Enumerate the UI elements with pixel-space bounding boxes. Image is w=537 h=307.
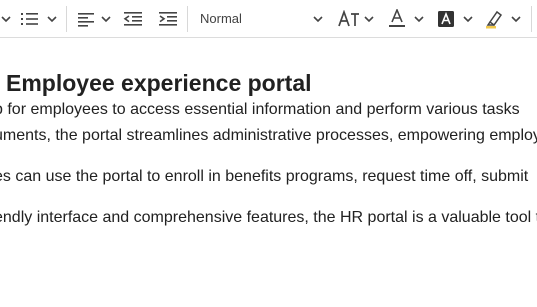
numbered-list-button[interactable] (20, 0, 62, 37)
chevron-down-icon (463, 15, 473, 22)
chevron-down-icon (313, 15, 323, 22)
editor-toolbar: Normal (0, 0, 537, 38)
paragraph: endly interface and comprehensive featur… (0, 209, 537, 226)
indent-button[interactable] (158, 0, 180, 37)
chevron-down-icon (414, 15, 424, 22)
chevron-down-icon (1, 15, 11, 22)
document-heading: Employee experience portal (6, 70, 312, 96)
background-color-icon (438, 10, 454, 27)
paragraph: b for employees to access essential info… (0, 101, 520, 118)
font-size-dropdown-button[interactable] (338, 0, 376, 37)
align-left-icon (78, 12, 94, 27)
background-color-dropdown-button[interactable] (437, 0, 475, 37)
chevron-down-icon (511, 15, 521, 22)
paragraph: es can use the portal to enroll in benef… (0, 168, 529, 185)
toolbar-separator (66, 6, 67, 32)
alignment-dropdown-button[interactable] (77, 0, 113, 37)
font-color-dropdown-button[interactable] (388, 0, 426, 37)
bulleted-list-dropdown-button[interactable] (0, 0, 12, 37)
outdent-icon (123, 11, 142, 26)
toolbar-separator (187, 6, 188, 32)
paragraph: uments, the portal streamlines administr… (0, 127, 537, 144)
font-size-icon (338, 9, 359, 26)
indent-icon (159, 11, 177, 26)
font-color-icon (389, 8, 405, 27)
chevron-down-icon (47, 15, 57, 22)
paragraph-format-dropdown[interactable]: Normal (200, 0, 324, 37)
numbered-list-icon (21, 12, 38, 25)
highlight-dropdown-button[interactable] (485, 0, 525, 37)
toolbar-separator (531, 6, 532, 32)
chevron-down-icon (364, 15, 374, 22)
outdent-button[interactable] (123, 0, 145, 37)
highlight-marker-icon (486, 10, 503, 28)
paragraph-format-value: Normal (200, 11, 242, 26)
editor-content[interactable]: Employee experience portal b for employe… (0, 38, 537, 307)
chevron-down-icon (101, 15, 111, 22)
